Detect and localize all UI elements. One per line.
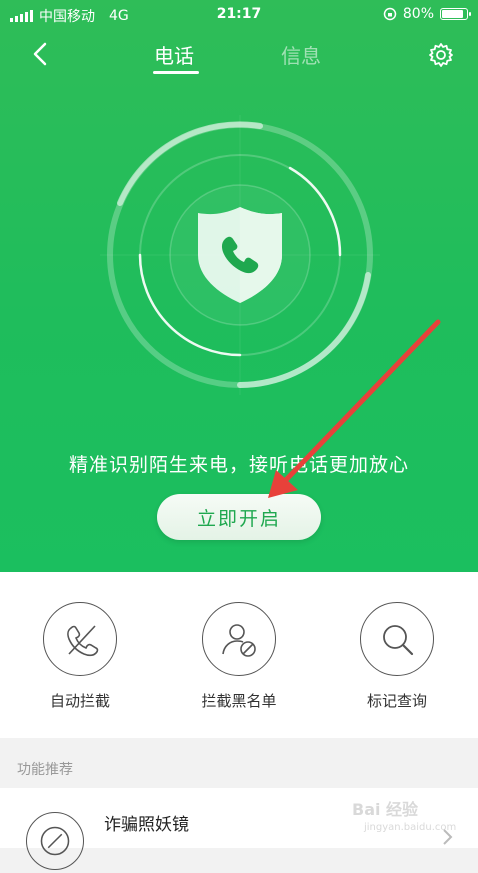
baidu-watermark: Bai 经验 jingyan.baidu.com (352, 800, 457, 833)
blacklist-action[interactable]: 拦截黑名单 (179, 602, 299, 711)
feature-name: 诈骗照妖镜 (104, 815, 189, 835)
user-blocked-icon (222, 624, 256, 657)
phone-blocked-icon (67, 625, 99, 657)
quick-actions: 自动拦截 拦截黑名单 标记查询 (0, 572, 478, 738)
back-icon[interactable] (28, 40, 52, 68)
tab-call[interactable]: 电话 (154, 40, 194, 69)
action-label: 标记查询 (366, 692, 427, 710)
mark-query-action[interactable]: 标记查询 (337, 602, 457, 711)
rotation-lock-icon (383, 7, 397, 21)
shield-radar-graphic (100, 115, 380, 395)
enable-now-button[interactable]: 立即开启 (157, 494, 321, 540)
action-label: 拦截黑名单 (201, 692, 277, 710)
auto-block-action[interactable]: 自动拦截 (20, 602, 140, 711)
section-title: 功能推荐 (17, 762, 73, 778)
search-icon (383, 625, 414, 656)
battery-percent: 80% (402, 6, 434, 22)
status-bar: 中国移动 4G 21:17 80% (0, 0, 478, 30)
top-nav: 电话 信息 (0, 30, 478, 82)
settings-gear-icon[interactable] (428, 42, 454, 68)
action-label: 自动拦截 (49, 692, 110, 710)
magic-mirror-icon (26, 812, 84, 870)
section-header: 功能推荐 (0, 738, 478, 788)
hero-headline: 精准识别陌生来电，接听电话更加放心 (68, 454, 409, 476)
active-tab-indicator (153, 71, 199, 74)
tab-message[interactable]: 信息 (281, 40, 321, 69)
battery-icon (440, 8, 471, 20)
